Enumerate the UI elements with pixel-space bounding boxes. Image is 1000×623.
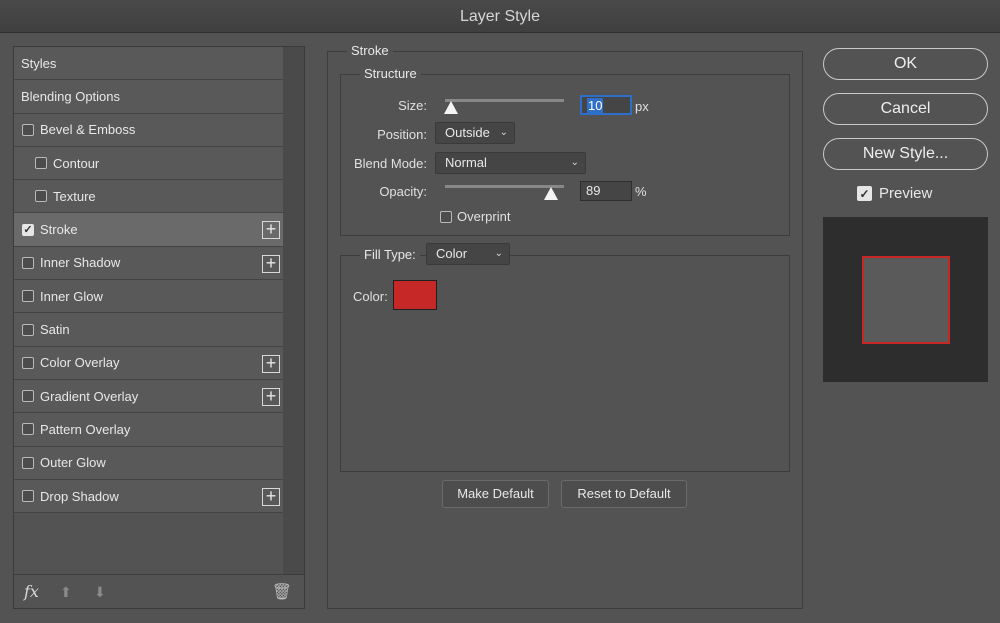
chevron-down-icon: ⌄ (570, 157, 579, 168)
sidebar-item-label: Stroke (40, 222, 78, 238)
sidebar-item-label: Pattern Overlay (40, 421, 131, 437)
sidebar-item-pattern-overlay[interactable]: Pattern Overlay (14, 413, 284, 447)
size-unit: px (635, 99, 649, 114)
preview-thumbnail (862, 256, 950, 344)
styles-panel: Styles Blending Options Bevel & Emboss Cont… (13, 46, 305, 609)
sidebar-item-label: Blending Options (21, 88, 121, 104)
sidebar-item-label: Gradient Overlay (40, 388, 139, 404)
move-down-icon[interactable]: ⬇ (94, 584, 106, 601)
add-effect-icon[interactable]: + (262, 354, 280, 373)
style-checkbox[interactable] (22, 223, 34, 236)
cancel-button[interactable]: Cancel (823, 93, 988, 125)
sidebar-item-texture[interactable]: Texture (14, 180, 284, 214)
preview-toggle[interactable]: ✓ Preview (857, 185, 932, 202)
structure-title: Structure (360, 66, 421, 81)
sidebar-item-stroke[interactable]: Stroke + (14, 213, 284, 247)
fill-type-dropdown[interactable]: Color ⌄ (426, 243, 510, 265)
sidebar-item-outer-glow[interactable]: Outer Glow (14, 446, 284, 480)
sidebar-item-inner-glow[interactable]: Inner Glow (14, 280, 284, 314)
sidebar-item-color-overlay[interactable]: Color Overlay + (14, 346, 284, 380)
style-checkbox[interactable] (22, 290, 34, 303)
overprint-label: Overprint (457, 209, 511, 224)
color-label: Color: (353, 289, 388, 304)
sidebar-item-blending-options[interactable]: Blending Options (14, 80, 284, 114)
add-effect-icon[interactable]: + (262, 254, 280, 273)
fill-group: Fill Type: Color ⌄ Color: (340, 243, 790, 472)
window-title: Layer Style (0, 0, 1000, 33)
stroke-color-swatch[interactable] (393, 280, 437, 310)
sidebar-item-label: Texture (53, 188, 96, 204)
sidebar-item-label: Drop Shadow (40, 488, 119, 504)
sidebar-item-label: Outer Glow (40, 455, 106, 471)
make-default-button[interactable]: Make Default (442, 480, 549, 508)
sidebar-item-label: Satin (40, 322, 70, 338)
add-effect-icon[interactable]: + (262, 387, 280, 406)
fill-type-label: Fill Type: (360, 247, 420, 262)
styles-list: Styles Blending Options Bevel & Emboss Cont… (14, 47, 284, 514)
style-checkbox[interactable] (22, 390, 34, 403)
style-checkbox[interactable] (22, 456, 34, 469)
sidebar-item-gradient-overlay[interactable]: Gradient Overlay + (14, 379, 284, 414)
sidebar-item-drop-shadow[interactable]: Drop Shadow + (14, 479, 284, 514)
chevron-down-icon: ⌄ (494, 248, 503, 259)
stroke-title: Stroke (347, 43, 393, 58)
style-checkbox[interactable] (35, 157, 47, 170)
blend-mode-dropdown[interactable]: Normal ⌄ (435, 152, 586, 174)
sidebar-item-label: Inner Shadow (40, 255, 121, 271)
opacity-label: Opacity: (379, 184, 427, 199)
style-checkbox[interactable] (22, 490, 34, 502)
sidebar-item-label: Color Overlay (40, 355, 120, 371)
new-style-button[interactable]: New Style... (823, 138, 988, 170)
opacity-slider-thumb[interactable] (543, 187, 558, 200)
styles-scrollbar[interactable] (283, 47, 304, 575)
position-dropdown[interactable]: Outside ⌄ (435, 122, 515, 144)
style-checkbox[interactable] (22, 123, 34, 136)
sidebar-item-label: Inner Glow (40, 288, 103, 304)
preview-checkbox[interactable]: ✓ (857, 186, 872, 201)
overprint-checkbox[interactable] (440, 211, 452, 223)
add-effect-icon[interactable]: + (262, 487, 280, 506)
trash-icon[interactable]: 🗑 (272, 582, 292, 602)
style-checkbox[interactable] (22, 323, 34, 336)
size-slider[interactable] (445, 99, 564, 102)
style-preview (823, 217, 988, 382)
sidebar-item-contour[interactable]: Contour (14, 146, 284, 181)
size-input[interactable]: 10 (580, 95, 632, 115)
stroke-group: Stroke Structure Size: 10 px Position: O… (327, 43, 803, 609)
sidebar-item-bevel-emboss[interactable]: Bevel & Emboss (14, 113, 284, 147)
structure-group: Structure Size: 10 px Position: Outside ⌄… (340, 66, 790, 236)
chevron-down-icon: ⌄ (499, 127, 508, 138)
styles-footer: fx ⬆ ⬇ 🗑 (14, 574, 304, 608)
ok-button[interactable]: OK (823, 48, 988, 80)
blend-mode-label: Blend Mode: (354, 156, 427, 171)
position-label: Position: (377, 127, 427, 142)
sidebar-item-label: Contour (53, 155, 100, 171)
add-effect-icon[interactable]: + (262, 220, 280, 240)
move-up-icon[interactable]: ⬆ (60, 584, 72, 601)
style-checkbox[interactable] (22, 423, 34, 436)
fx-menu-icon[interactable]: fx (24, 582, 39, 601)
reset-to-default-button[interactable]: Reset to Default (561, 480, 687, 508)
sidebar-item-label: Styles (21, 55, 57, 71)
style-checkbox[interactable] (35, 190, 47, 203)
style-checkbox[interactable] (22, 256, 34, 269)
sidebar-item-label: Bevel & Emboss (40, 122, 136, 138)
opacity-input[interactable]: 89 (580, 181, 632, 201)
sidebar-item-inner-shadow[interactable]: Inner Shadow + (14, 246, 284, 281)
sidebar-item-styles[interactable]: Styles (14, 47, 284, 81)
opacity-unit: % (635, 184, 647, 199)
sidebar-item-satin[interactable]: Satin (14, 313, 284, 347)
style-checkbox[interactable] (22, 356, 34, 369)
size-slider-thumb[interactable] (443, 101, 458, 114)
size-label: Size: (398, 98, 427, 113)
preview-label: Preview (879, 185, 933, 202)
